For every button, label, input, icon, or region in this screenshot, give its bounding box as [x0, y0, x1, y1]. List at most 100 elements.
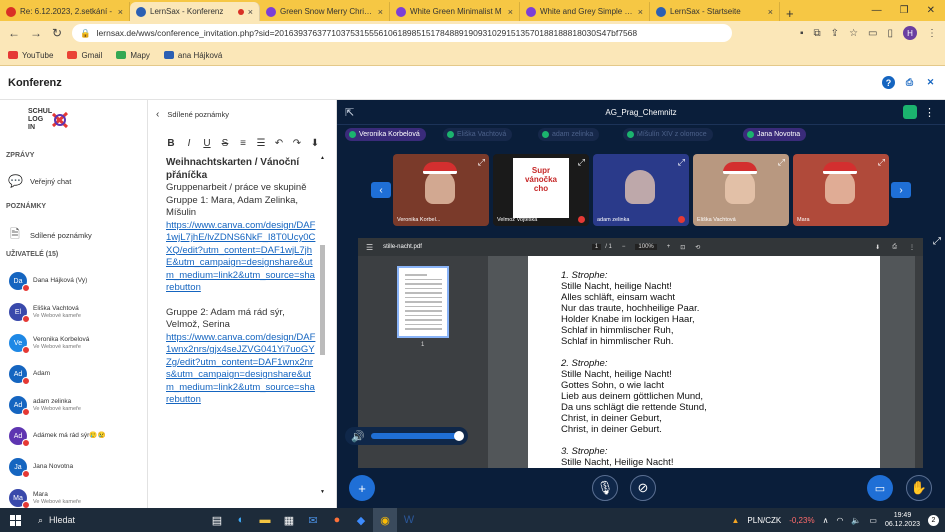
- task-view-icon[interactable]: ▤: [205, 508, 229, 532]
- expand-icon[interactable]: ⤢: [578, 157, 585, 168]
- start-button[interactable]: [0, 514, 30, 526]
- chrome-icon[interactable]: ◉: [373, 508, 397, 532]
- italic-icon[interactable]: I: [184, 138, 194, 149]
- pdf-more-icon[interactable]: ⋮: [909, 244, 915, 251]
- pdf-thumbnail[interactable]: [397, 266, 449, 338]
- screen-share-button[interactable]: ▭: [867, 475, 893, 501]
- browser-tab[interactable]: LernSax - Konferenz ×: [130, 2, 260, 21]
- redo-icon[interactable]: ↷: [292, 138, 302, 149]
- taskbar-search[interactable]: ⌕ Hledat: [30, 508, 205, 532]
- dropbox-icon[interactable]: ◆: [349, 508, 373, 532]
- talking-indicator[interactable]: Míšulín XIV z olomoce: [623, 128, 713, 141]
- video-tile[interactable]: ⤢ Mara: [793, 154, 889, 226]
- rotate-icon[interactable]: ⟲: [695, 244, 700, 251]
- tray-chevron-icon[interactable]: ∧: [823, 516, 829, 525]
- firefox-icon[interactable]: ●: [325, 508, 349, 532]
- user-list-item[interactable]: Ve Veronika Korbelová Ve Webové kameře: [9, 332, 139, 354]
- canva-link-1[interactable]: https://www.canva.com/design/DAF1wjL7jhE…: [166, 220, 316, 295]
- volume-slider[interactable]: [370, 431, 464, 441]
- chevron-left-icon[interactable]: ‹: [156, 109, 159, 120]
- tab-close-icon[interactable]: ×: [508, 7, 513, 17]
- user-list-item[interactable]: Da Dana Hájková (Vy): [9, 270, 139, 292]
- minimize-icon[interactable]: —: [872, 5, 882, 16]
- user-list-item[interactable]: El Eliška Vachtová Ve Webové kameře: [9, 301, 139, 323]
- pdf-menu-icon[interactable]: ☰: [366, 243, 373, 252]
- camera-off-button[interactable]: ⊘: [630, 475, 656, 501]
- tab-close-icon[interactable]: ×: [248, 7, 253, 17]
- reload-icon[interactable]: ↻: [52, 26, 62, 40]
- volume-tray-icon[interactable]: 🔈: [851, 516, 861, 525]
- tab-close-icon[interactable]: ×: [638, 7, 643, 17]
- talking-indicator[interactable]: adam zelinka: [538, 128, 600, 141]
- talking-indicator[interactable]: Veronika Korbelová: [345, 128, 426, 141]
- volume-control[interactable]: 🔊: [345, 427, 468, 445]
- wifi-icon[interactable]: ◠: [836, 516, 843, 525]
- shared-notes-item[interactable]: 🗎 Sdílené poznámky: [8, 225, 92, 246]
- video-tile[interactable]: ⤢ adam zelinka: [593, 154, 689, 226]
- sidepanel-icon[interactable]: ▯: [887, 28, 893, 39]
- bold-icon[interactable]: B: [166, 138, 176, 149]
- user-list-item[interactable]: Ja Jana Novotna: [9, 456, 139, 478]
- download-icon[interactable]: ⬇: [875, 244, 880, 251]
- restore-icon[interactable]: ❐: [900, 5, 909, 16]
- browser-tab[interactable]: Green Snow Merry Christm ×: [260, 2, 390, 21]
- bookmark-item[interactable]: YouTube: [8, 51, 53, 60]
- share-icon[interactable]: ⇪: [831, 28, 839, 39]
- strikethrough-icon[interactable]: S: [220, 138, 230, 149]
- mail-icon[interactable]: ✉: [301, 508, 325, 532]
- underline-icon[interactable]: U: [202, 138, 212, 149]
- tab-close-icon[interactable]: ×: [768, 7, 773, 17]
- zoom-in-icon[interactable]: +: [667, 244, 671, 250]
- volume-knob[interactable]: [454, 431, 464, 441]
- expand-icon[interactable]: ⤢: [878, 157, 885, 168]
- browser-tab[interactable]: LernSax - Startseite ×: [650, 2, 780, 21]
- canva-link-2[interactable]: https://www.canva.com/design/DAF1wnx2nrs…: [166, 332, 316, 407]
- speaker-icon[interactable]: 🔊: [351, 430, 365, 443]
- clock[interactable]: 19:49 06.12.2023: [885, 511, 920, 529]
- ordered-list-icon[interactable]: ≡: [238, 138, 248, 149]
- bookmark-star-icon[interactable]: ☆: [849, 28, 858, 39]
- address-input[interactable]: 🔒 lernsax.de/wws/conference_invitation.p…: [72, 24, 733, 42]
- user-list-item[interactable]: Ad Adam: [9, 363, 139, 385]
- download-icon[interactable]: ⬇: [310, 138, 320, 149]
- video-prev-button[interactable]: ‹: [371, 182, 391, 198]
- user-list-item[interactable]: Ad adam zelinka Ve Webové kameře: [9, 394, 139, 416]
- notes-scroll-thumb[interactable]: [320, 245, 325, 355]
- word-icon[interactable]: W: [397, 508, 421, 532]
- actions-button[interactable]: +: [349, 475, 375, 501]
- fullscreen-icon[interactable]: ⤢: [933, 236, 941, 247]
- currency-label[interactable]: PLN/CZK: [747, 516, 781, 525]
- close-icon[interactable]: ✕: [924, 76, 937, 89]
- pdf-zoom[interactable]: 100%: [635, 244, 657, 250]
- browser-menu-icon[interactable]: ⋮: [927, 28, 937, 39]
- expand-icon[interactable]: ⤢: [478, 157, 485, 168]
- user-list-item[interactable]: Ma Mara Ve Webové kameře: [9, 487, 139, 509]
- help-icon[interactable]: ?: [882, 76, 895, 89]
- leave-icon[interactable]: ⇱: [345, 106, 354, 119]
- browser-tab[interactable]: White Green Minimalist M ×: [390, 2, 520, 21]
- print-icon[interactable]: ⎙: [903, 76, 916, 89]
- zoom-out-icon[interactable]: −: [622, 244, 626, 250]
- browser-tab[interactable]: White and Grey Simple Fa ×: [520, 2, 650, 21]
- expand-icon[interactable]: ⤢: [678, 157, 685, 168]
- notes-scrollbar[interactable]: ▲ ▼: [319, 155, 326, 495]
- raise-hand-button[interactable]: ✋: [906, 475, 932, 501]
- talking-indicator[interactable]: Eliška Vachtová: [443, 128, 513, 141]
- notes-editor[interactable]: Weihnachtskarten / Vánoční přáníčka Grup…: [166, 156, 316, 496]
- forward-icon[interactable]: →: [30, 26, 42, 40]
- conference-menu-icon[interactable]: ⋮: [924, 106, 935, 119]
- pdf-page-input[interactable]: 1: [591, 244, 602, 250]
- translate-icon[interactable]: ⧉: [814, 28, 821, 39]
- user-list-item[interactable]: Ad Adámek má rád sýr🥲😢: [9, 425, 139, 447]
- bookmark-item[interactable]: ana Hájková: [163, 51, 222, 60]
- video-tile[interactable]: ⤢ Veronika Korbel...: [393, 154, 489, 226]
- print-pdf-icon[interactable]: ⎙: [892, 244, 897, 251]
- bookmark-item[interactable]: Mapy: [116, 51, 150, 60]
- notifications-badge[interactable]: 2: [928, 514, 939, 526]
- edge-icon[interactable]: ◐: [229, 508, 253, 532]
- fit-page-icon[interactable]: ⊡: [680, 244, 685, 251]
- mute-microphone-button[interactable]: 🎙: [592, 475, 618, 501]
- bullet-list-icon[interactable]: ☰: [256, 138, 266, 149]
- camera-icon[interactable]: ▪: [800, 28, 804, 39]
- tab-close-icon[interactable]: ×: [118, 7, 123, 17]
